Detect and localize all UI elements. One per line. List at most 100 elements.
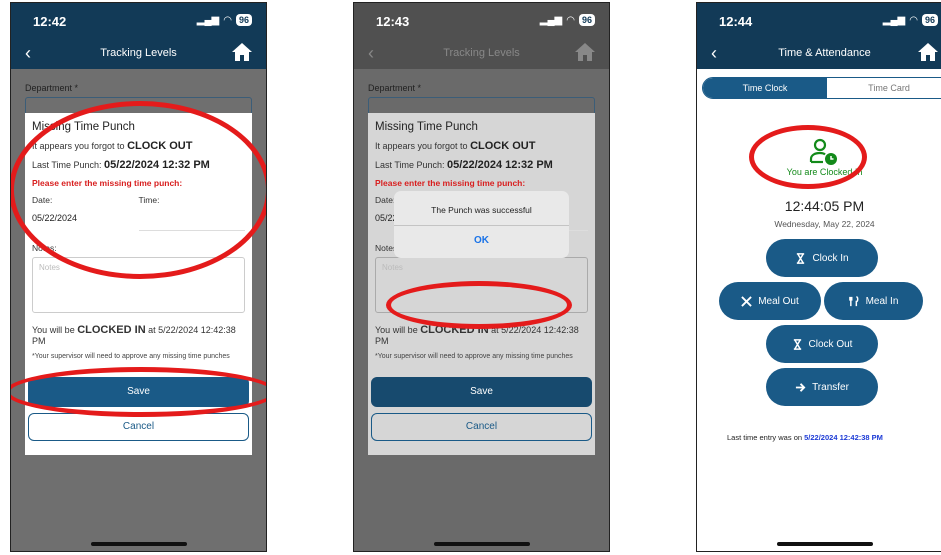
last-entry: Last time entry was on 5/22/2024 12:42:3… xyxy=(727,433,941,442)
last-punch-value: 05/22/2024 12:32 PM xyxy=(104,159,210,171)
status-icons: ▂▄▆ ◠ 96 xyxy=(883,14,938,26)
nav-bar: ‹ Tracking Levels xyxy=(354,39,609,69)
clocked-prefix: You will be xyxy=(375,325,421,335)
last-punch-value: 05/22/2024 12:32 PM xyxy=(447,159,553,171)
utensils-icon xyxy=(848,295,859,306)
meal-in-button[interactable]: Meal In xyxy=(824,282,923,320)
forgot-message: It appears you forgot to CLOCK OUT xyxy=(375,140,588,152)
phone-screen-punch-success: 12:43 ▂▄▆ ◠ 96 ‹ Tracking Levels Departm… xyxy=(353,2,610,552)
home-icon[interactable] xyxy=(230,41,254,63)
success-alert: The Punch was successful OK xyxy=(394,191,569,258)
clocked-prefix: You will be xyxy=(32,325,78,335)
ok-button[interactable]: OK xyxy=(394,235,569,246)
department-label: Department * xyxy=(368,83,422,93)
battery-icon: 96 xyxy=(921,14,938,26)
warning-text: Please enter the missing time punch: xyxy=(32,178,183,188)
clocked-action: CLOCKED IN xyxy=(420,324,489,336)
status-bar: 12:42 ▂▄▆ ◠ 96 xyxy=(11,3,266,39)
home-indicator xyxy=(91,542,187,546)
meal-in-label: Meal In xyxy=(865,295,899,307)
transfer-button[interactable]: Transfer xyxy=(766,368,878,406)
transfer-label: Transfer xyxy=(812,381,849,393)
tab-time-card[interactable]: Time Card xyxy=(827,78,941,98)
missing-punch-modal: Missing Time Punch It appears you forgot… xyxy=(25,113,252,455)
last-punch-label: Last Time Punch: xyxy=(375,160,448,170)
utensils-crossed-icon xyxy=(741,295,752,307)
supervisor-note: *Your supervisor will need to approve an… xyxy=(32,353,230,360)
status-bar: 12:44 ▂▄▆ ◠ 96 xyxy=(697,3,941,39)
status-icons: ▂▄▆ ◠ 96 xyxy=(197,14,252,26)
clock-in-button[interactable]: Clock In xyxy=(766,239,878,277)
home-indicator xyxy=(777,542,873,546)
user-clock-icon xyxy=(809,138,837,165)
time-label: Time: xyxy=(138,195,160,205)
signal-icon: ▂▄▆ xyxy=(882,14,906,26)
clock-out-label: Clock Out xyxy=(808,338,853,350)
hourglass-icon xyxy=(797,252,805,264)
time-tabs: Time Clock Time Card xyxy=(702,77,941,99)
time-field[interactable] xyxy=(138,209,245,231)
clocked-message: You will be CLOCKED IN at 5/22/2024 12:4… xyxy=(375,325,588,347)
cancel-button[interactable]: Cancel xyxy=(28,413,249,441)
arrow-right-icon xyxy=(795,382,806,392)
save-button[interactable]: Save xyxy=(371,377,592,407)
status-time: 12:44 xyxy=(719,14,753,29)
cancel-button[interactable]: Cancel xyxy=(371,413,592,441)
highlight-ring-status xyxy=(749,125,867,189)
clocked-message: You will be CLOCKED IN at 5/22/2024 12:4… xyxy=(32,325,245,347)
current-time: 12:44:05 PM xyxy=(784,198,865,214)
signal-icon: ▂▄▆ xyxy=(539,14,563,26)
battery-icon: 96 xyxy=(235,14,252,26)
last-punch-label: Last Time Punch: xyxy=(32,160,105,170)
nav-title: Tracking Levels xyxy=(100,47,177,59)
notes-label: Notes: xyxy=(32,243,57,253)
modal-title: Missing Time Punch xyxy=(32,121,135,133)
modal-title: Missing Time Punch xyxy=(375,121,478,133)
nav-bar: ‹ Time & Attendance xyxy=(697,39,941,69)
status-time: 12:42 xyxy=(33,14,67,29)
nav-bar: ‹ Tracking Levels xyxy=(11,39,266,69)
department-label: Department * xyxy=(25,83,79,93)
battery-icon: 96 xyxy=(578,14,595,26)
phone-screen-missing-punch: 12:42 ▂▄▆ ◠ 96 ‹ Tracking Levels Departm… xyxy=(10,2,267,552)
notes-field[interactable]: Notes xyxy=(375,257,588,313)
meal-out-label: Meal Out xyxy=(758,295,799,307)
last-punch: Last Time Punch: 05/22/2024 12:32 PM xyxy=(375,159,588,171)
phone-screen-time-clock: 12:44 ▂▄▆ ◠ 96 ‹ Time & Attendance Time … xyxy=(696,2,941,552)
forgot-prefix: It appears you forgot to xyxy=(32,141,128,151)
warning-text: Please enter the missing time punch: xyxy=(375,178,526,188)
clock-out-button[interactable]: Clock Out xyxy=(766,325,878,363)
signal-icon: ▂▄▆ xyxy=(196,14,220,26)
status-icons: ▂▄▆ ◠ 96 xyxy=(540,14,595,26)
forgot-action: CLOCK OUT xyxy=(470,140,536,152)
forgot-prefix: It appears you forgot to xyxy=(375,141,471,151)
status-bar: 12:43 ▂▄▆ ◠ 96 xyxy=(354,3,609,39)
nav-title: Tracking Levels xyxy=(443,47,520,59)
notes-field[interactable]: Notes xyxy=(32,257,245,313)
wifi-icon: ◠ xyxy=(223,14,232,26)
save-button[interactable]: Save xyxy=(28,377,249,407)
home-icon[interactable] xyxy=(916,41,940,63)
clocked-action: CLOCKED IN xyxy=(77,324,146,336)
last-entry-value: 5/22/2024 12:42:38 PM xyxy=(804,433,883,442)
date-label: Date: xyxy=(32,195,53,205)
clock-in-label: Clock In xyxy=(812,252,849,264)
status-time: 12:43 xyxy=(376,14,410,29)
forgot-message: It appears you forgot to CLOCK OUT xyxy=(32,140,245,152)
meal-out-button[interactable]: Meal Out xyxy=(719,282,821,320)
clocked-in-status: You are Clocked In xyxy=(786,167,863,177)
nav-title: Time & Attendance xyxy=(778,47,871,59)
home-icon[interactable] xyxy=(573,41,597,63)
hourglass-icon xyxy=(793,338,801,350)
alert-message: The Punch was successful xyxy=(431,205,532,215)
supervisor-note: *Your supervisor will need to approve an… xyxy=(375,353,573,360)
wifi-icon: ◠ xyxy=(566,14,575,26)
forgot-action: CLOCK OUT xyxy=(127,140,193,152)
tab-time-clock[interactable]: Time Clock xyxy=(703,78,827,98)
last-punch: Last Time Punch: 05/22/2024 12:32 PM xyxy=(32,159,245,171)
date-field[interactable]: 05/22/2024 xyxy=(32,209,139,231)
alert-divider xyxy=(394,225,569,226)
last-entry-label: Last time entry was on xyxy=(727,433,805,442)
wifi-icon: ◠ xyxy=(909,14,918,26)
home-indicator xyxy=(434,542,530,546)
